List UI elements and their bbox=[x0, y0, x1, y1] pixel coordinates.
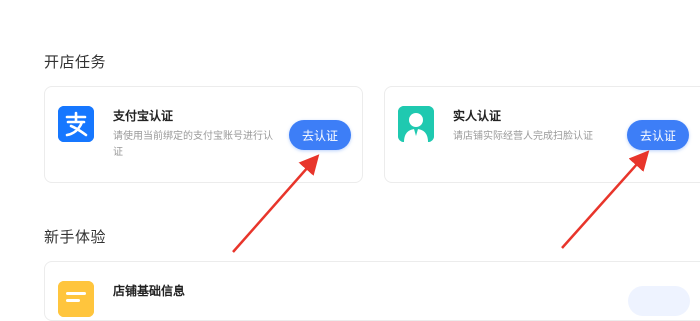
alipay-card-desc: 请使用当前绑定的支付宝账号进行认证 bbox=[113, 131, 273, 158]
alipay-verify-button[interactable]: 去认证 bbox=[289, 120, 351, 150]
real-name-card-title: 实人认证 bbox=[453, 109, 502, 123]
section-title-newbie: 新手体验 bbox=[44, 228, 107, 246]
document-icon bbox=[58, 281, 94, 317]
store-info-card-title: 店铺基础信息 bbox=[113, 284, 186, 298]
person-icon bbox=[398, 106, 434, 142]
alipay-glyph bbox=[58, 106, 94, 142]
section-title-shop-tasks: 开店任务 bbox=[44, 53, 107, 71]
alipay-card-title: 支付宝认证 bbox=[113, 109, 174, 123]
real-name-verify-button[interactable]: 去认证 bbox=[627, 120, 689, 150]
store-info-action-button[interactable] bbox=[628, 286, 690, 316]
real-name-verify-card: 实人认证 请店铺实际经营人完成扫脸认证 去认证 bbox=[384, 86, 700, 183]
alipay-icon bbox=[58, 106, 94, 142]
real-name-card-desc: 请店铺实际经营人完成扫脸认证 bbox=[453, 131, 593, 142]
alipay-verify-card: 支付宝认证 请使用当前绑定的支付宝账号进行认证 去认证 bbox=[44, 86, 363, 183]
document-glyph bbox=[58, 281, 94, 317]
person-glyph bbox=[398, 106, 434, 142]
store-info-card: 店铺基础信息 bbox=[44, 261, 700, 321]
